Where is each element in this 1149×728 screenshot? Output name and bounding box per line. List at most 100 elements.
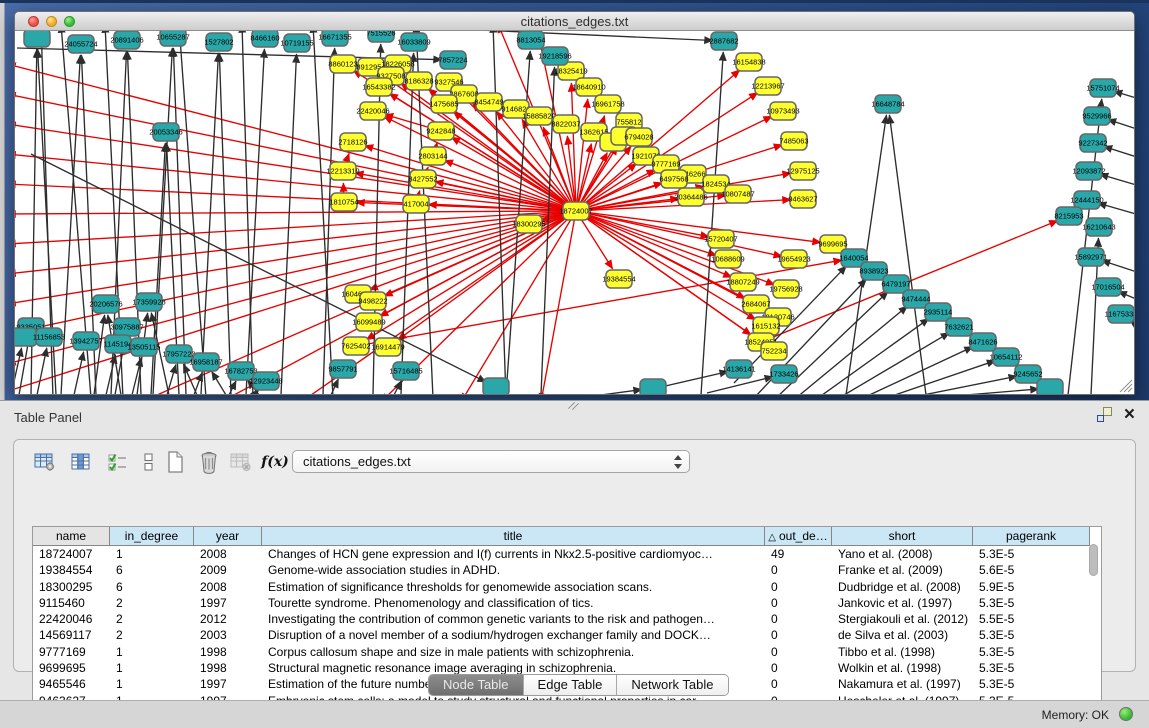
tab-edge-table[interactable]: Edge Table [524,675,618,695]
graph-node[interactable]: 9227342 [1078,134,1107,152]
graph-edge[interactable] [15,154,576,211]
create-column-button[interactable] [160,447,190,477]
graph-node[interactable]: 7632621 [944,318,973,336]
graph-edge[interactable] [701,52,723,394]
network-window[interactable]: citations_edges.txt 18724007183002958860… [14,11,1135,395]
table-selector-dropdown[interactable]: citations_edges.txt [292,450,690,473]
graph-node[interactable]: 1527802 [204,33,233,51]
graph-node[interactable]: 20206576 [89,295,122,313]
cell-out-de-[interactable]: 0 [765,595,832,611]
cell-short[interactable]: Dudbridge et al. (2008) [832,579,973,595]
graph-node[interactable]: 9242848 [426,122,455,140]
float-panel-icon[interactable] [1097,407,1112,422]
cell-in-degree[interactable]: 2 [110,611,194,627]
graph-edge[interactable] [15,211,576,214]
table-row[interactable]: 1938455462009Genome-wide association stu… [33,562,1101,578]
column-header-year[interactable]: year [194,527,262,546]
cell-pagerank[interactable]: 5.3E-5 [973,627,1090,643]
graph-node[interactable]: 24055724 [64,35,97,53]
graph-edge[interactable] [889,115,926,394]
graph-node[interactable] [1037,379,1063,394]
graph-node[interactable]: 15892971 [1074,248,1107,266]
cell-title[interactable]: Disruption of a novel member of a sodium… [262,627,765,643]
cell-year[interactable]: 2003 [194,627,262,643]
graph-node[interactable]: 10807487 [721,185,754,203]
cell-title[interactable]: Corpus callosum shape and size in male p… [262,644,765,660]
cell-in-degree[interactable]: 2 [110,627,194,643]
graph-node[interactable]: 16958187 [189,353,222,371]
graph-node[interactable]: 8186328 [404,72,433,90]
cell-name[interactable]: 22420046 [33,611,110,627]
table-row[interactable]: 1456911722003Disruption of a novel membe… [33,627,1101,643]
cell-pagerank[interactable]: 5.3E-5 [973,546,1090,562]
graph-edge[interactable] [493,31,506,394]
table-scrollbar[interactable] [1089,529,1099,689]
graph-node[interactable]: 8427552 [408,170,437,188]
graph-node[interactable]: 6497568 [659,170,688,188]
graph-node[interactable]: 9463627 [788,190,817,208]
cell-name[interactable]: 18724007 [33,546,110,562]
cell-pagerank[interactable]: 5.3E-5 [973,644,1090,660]
graph-node[interactable]: 16961758 [591,95,624,113]
graph-edge[interactable] [246,49,264,394]
graph-node[interactable]: 16210643 [1082,218,1115,236]
graph-edge[interactable] [886,361,996,394]
graph-node[interactable]: 7625402 [341,337,370,355]
graph-edge[interactable] [167,365,176,394]
cell-short[interactable]: Jankovic et al. (1997) [832,595,973,611]
graph-node[interactable]: 18640910 [572,78,605,96]
cell-in-degree[interactable]: 6 [110,579,194,595]
graph-node[interactable]: 15720407 [704,230,737,248]
graph-node[interactable]: 17016504 [1091,278,1124,296]
graph-node[interactable]: 16543382 [362,78,395,96]
graph-edge[interactable] [601,389,642,394]
graph-edge[interactable] [94,315,105,394]
graph-node[interactable]: 15716485 [389,362,422,380]
cell-year[interactable]: 1997 [194,595,262,611]
column-header-out-de-[interactable]: △out_de… [765,527,832,546]
graph-edge[interactable] [15,211,576,304]
cell-out-de-[interactable]: 0 [765,579,832,595]
graph-node[interactable]: 7857224 [438,51,467,69]
scrollbar-thumb[interactable] [1089,544,1098,576]
graph-edge[interactable] [576,211,717,255]
graph-node[interactable]: 20891406 [110,31,143,49]
graph-node[interactable]: 16648784 [871,95,904,113]
cell-name[interactable]: 18300295 [33,579,110,595]
graph-node[interactable]: 10655287 [156,31,189,46]
cell-title[interactable]: Changes of HCN gene expression and I(f) … [262,546,765,562]
graph-node[interactable]: 8471626 [968,333,997,351]
graph-node[interactable]: 12923448 [249,372,282,390]
cell-name[interactable]: 19384554 [33,562,110,578]
graph-node[interactable]: 12213319 [326,162,359,180]
cell-year[interactable]: 2008 [194,579,262,595]
cell-out-de-[interactable]: 0 [765,562,832,578]
cell-year[interactable]: 2009 [194,562,262,578]
table-row[interactable]: 1830029562008Estimation of significance … [33,579,1101,595]
graph-edge[interactable] [219,53,231,394]
graph-edge[interactable] [1101,260,1134,274]
graph-edge[interactable] [1107,119,1134,131]
cell-out-de-[interactable]: 49 [765,546,832,562]
memory-ok-indicator[interactable] [1119,707,1133,721]
table-settings-button[interactable] [30,447,60,477]
graph-node[interactable]: 16033809 [397,33,430,51]
graph-edge[interactable] [1100,174,1134,187]
cell-short[interactable]: Tibbo et al. (1998) [832,644,973,660]
graph-node[interactable]: 19218596 [538,47,571,65]
cell-short[interactable]: de Silva et al. (2003) [832,627,973,643]
table-row[interactable]: 911546021997Tourette syndrome. Phenomeno… [33,595,1101,611]
graph-node[interactable]: 20364486 [674,188,707,206]
graph-node[interactable]: 30975887 [110,318,143,336]
graph-node[interactable] [483,378,509,394]
cell-short[interactable]: Franke et al. (2009) [832,562,973,578]
graph-node[interactable]: 10973493 [766,102,799,120]
column-header-short[interactable]: short [832,527,973,546]
graph-node[interactable]: 20053346 [149,123,182,141]
cell-title[interactable]: Tourette syndrome. Phenomenology and cla… [262,595,765,611]
cell-name[interactable]: 9777169 [33,644,110,660]
graph-edge[interactable] [74,352,84,394]
column-header-pagerank[interactable]: pagerank [973,527,1090,546]
graph-node[interactable]: 17359928 [132,293,165,311]
cell-year[interactable]: 2012 [194,611,262,627]
